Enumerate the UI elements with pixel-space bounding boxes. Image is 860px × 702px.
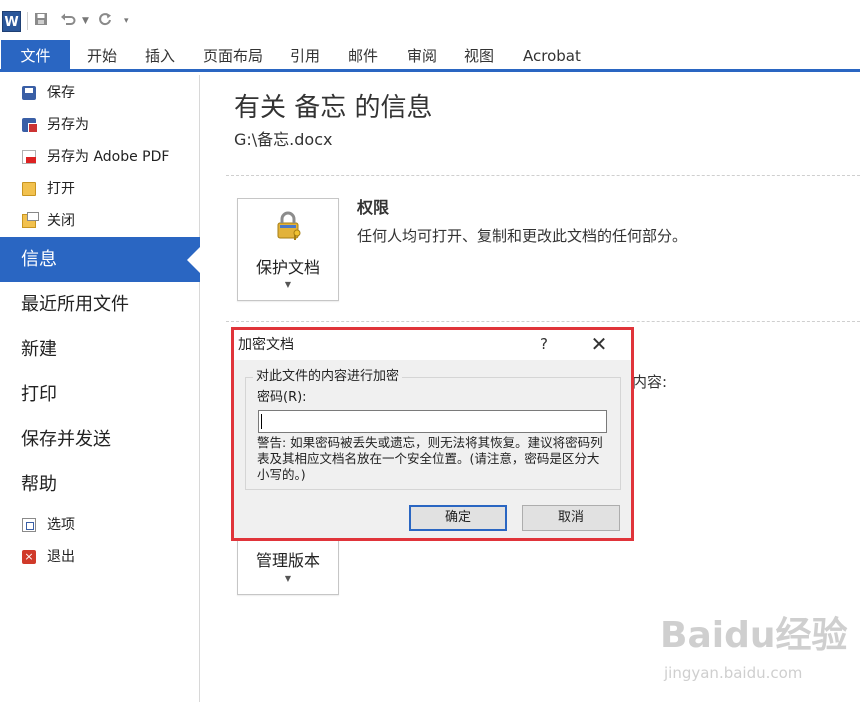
section-divider bbox=[226, 321, 860, 322]
watermark-text: Baidu经验 bbox=[660, 615, 848, 656]
section-divider bbox=[226, 175, 860, 176]
sidebar-item-save[interactable]: 保存 bbox=[0, 77, 200, 109]
sidebar-item-label: 另存为 Adobe PDF bbox=[47, 149, 170, 165]
encrypt-document-dialog: 加密文档 ? ✕ 对此文件的内容进行加密 密码(R): 警告: 如果密码被丢失或… bbox=[234, 330, 631, 538]
help-icon[interactable]: ? bbox=[534, 333, 554, 355]
sidebar-item-info[interactable]: 信息 bbox=[0, 237, 201, 282]
redo-icon[interactable] bbox=[98, 12, 112, 31]
text-caret bbox=[261, 414, 262, 429]
customize-toolbar-icon[interactable]: ▾ bbox=[124, 12, 129, 30]
sidebar-item-open[interactable]: 打开 bbox=[0, 173, 200, 205]
permissions-description: 任何人均可打开、复制和更改此文档的任何部分。 bbox=[357, 227, 688, 245]
document-path: G:\备忘.docx bbox=[234, 130, 333, 149]
word-logo-icon: W bbox=[2, 11, 21, 32]
watermark-url: jingyan.baidu.com bbox=[664, 664, 803, 682]
exit-icon: × bbox=[22, 550, 36, 564]
tab-page-layout[interactable]: 页面布局 bbox=[203, 46, 263, 66]
permissions-title: 权限 bbox=[357, 198, 390, 217]
sidebar-item-help[interactable]: 帮助 bbox=[0, 462, 200, 507]
options-icon bbox=[22, 518, 36, 532]
dialog-titlebar[interactable]: 加密文档 ? ✕ bbox=[234, 330, 631, 360]
sidebar-item-print[interactable]: 打印 bbox=[0, 372, 200, 417]
sidebar-item-close[interactable]: 关闭 bbox=[0, 205, 200, 237]
chevron-down-icon: ▼ bbox=[284, 280, 292, 289]
undo-dropdown-icon[interactable]: ▼ bbox=[82, 12, 89, 30]
sidebar-item-label: 打开 bbox=[47, 181, 75, 197]
properties-partial-text: 内容: bbox=[632, 373, 668, 391]
ribbon-tab-bar: 文件 开始 插入 页面布局 引用 邮件 审阅 视图 Acrobat bbox=[0, 40, 860, 72]
baidu-watermark: Baidu经验 jingyan.baidu.com bbox=[660, 610, 860, 702]
sidebar-item-options[interactable]: 选项 bbox=[0, 509, 200, 541]
tab-acrobat[interactable]: Acrobat bbox=[523, 46, 581, 66]
tab-home[interactable]: 开始 bbox=[87, 46, 117, 66]
sidebar-item-label: 保存 bbox=[47, 85, 75, 101]
backstage-sidebar: 保存 另存为 另存为 Adobe PDF 打开 关闭 信息 最近所用文件 新建 … bbox=[0, 75, 201, 702]
pdf-icon bbox=[22, 150, 36, 164]
tab-review[interactable]: 审阅 bbox=[407, 46, 437, 66]
tab-file[interactable]: 文件 bbox=[1, 40, 70, 72]
protect-document-button[interactable]: 保护文档 ▼ bbox=[237, 198, 339, 301]
password-input[interactable] bbox=[258, 410, 607, 433]
toolbar-separator bbox=[27, 12, 28, 30]
open-folder-icon bbox=[22, 182, 36, 196]
close-icon[interactable]: ✕ bbox=[587, 332, 611, 356]
save-as-icon bbox=[22, 118, 38, 133]
tab-insert[interactable]: 插入 bbox=[145, 46, 175, 66]
tab-references[interactable]: 引用 bbox=[290, 46, 320, 66]
word-backstage-window: W ▼ ▾ 文件 开始 插入 页面布局 引用 邮件 审阅 视图 Acrobat … bbox=[0, 0, 860, 702]
ok-button[interactable]: 确定 bbox=[409, 505, 507, 531]
page-title: 有关 备忘 的信息 bbox=[234, 93, 433, 123]
quick-access-toolbar: W ▼ ▾ bbox=[0, 0, 860, 40]
sidebar-item-label: 另存为 bbox=[47, 117, 89, 133]
undo-icon[interactable] bbox=[60, 12, 76, 31]
sidebar-item-new[interactable]: 新建 bbox=[0, 327, 200, 372]
sidebar-item-save-as[interactable]: 另存为 bbox=[0, 109, 200, 141]
sidebar-item-label: 退出 bbox=[47, 549, 75, 565]
lock-key-icon bbox=[277, 211, 301, 240]
tab-view[interactable]: 视图 bbox=[464, 46, 494, 66]
manage-versions-button[interactable]: 管理版本 ▼ bbox=[237, 532, 339, 595]
close-folder-icon bbox=[22, 212, 39, 228]
save-icon[interactable] bbox=[34, 12, 48, 31]
protect-document-label: 保护文档 bbox=[255, 258, 320, 277]
cancel-button[interactable]: 取消 bbox=[522, 505, 620, 531]
sidebar-item-exit[interactable]: × 退出 bbox=[0, 541, 200, 573]
dialog-title: 加密文档 bbox=[238, 337, 294, 353]
sidebar-item-save-send[interactable]: 保存并发送 bbox=[0, 417, 200, 462]
sidebar-item-recent[interactable]: 最近所用文件 bbox=[0, 282, 200, 327]
password-warning: 警告: 如果密码被丢失或遗忘，则无法将其恢复。建议将密码列表及其相应文档名放在一… bbox=[257, 435, 603, 482]
sidebar-item-label: 关闭 bbox=[47, 213, 75, 229]
groupbox-label: 对此文件的内容进行加密 bbox=[253, 367, 403, 387]
chevron-down-icon: ▼ bbox=[284, 574, 292, 583]
sidebar-item-label: 选项 bbox=[47, 517, 75, 533]
sidebar-item-save-as-pdf[interactable]: 另存为 Adobe PDF bbox=[0, 141, 200, 173]
save-icon bbox=[22, 86, 36, 100]
password-label: 密码(R): bbox=[257, 390, 307, 405]
tab-mailings[interactable]: 邮件 bbox=[348, 46, 378, 66]
manage-versions-label: 管理版本 bbox=[255, 551, 320, 570]
